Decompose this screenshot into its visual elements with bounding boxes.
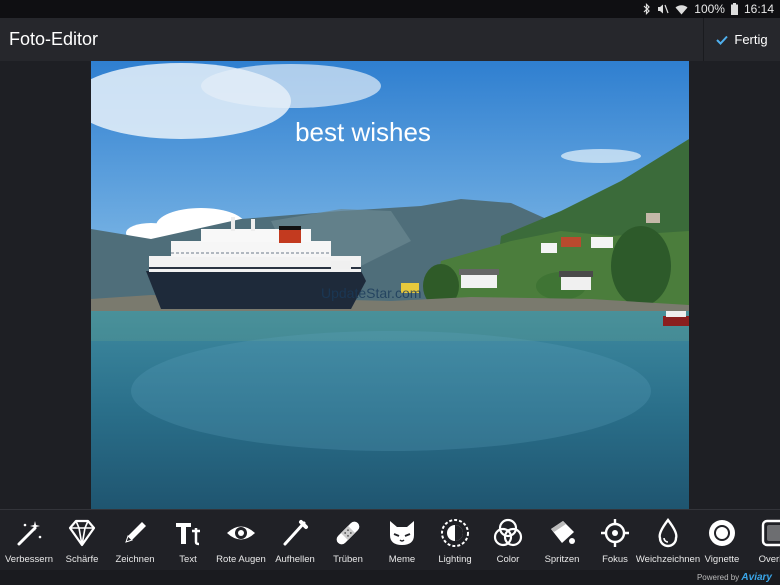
powered-by: Powered by Aviary	[697, 572, 772, 583]
photo-caption[interactable]: best wishes	[91, 117, 635, 148]
text-icon	[176, 523, 200, 546]
footer: Powered by Aviary	[0, 570, 780, 585]
focus-icon	[601, 519, 629, 547]
brand-logo: Aviary	[741, 572, 772, 583]
diamond-icon	[68, 519, 96, 547]
cat-face-icon	[390, 521, 414, 545]
image-canvas: best wishes UpdateStar.com	[0, 61, 780, 509]
drop-icon	[658, 518, 678, 548]
vignette-icon	[709, 520, 735, 546]
clock: 16:14	[743, 2, 774, 16]
overlay-icon	[761, 519, 780, 547]
status-icons: 100% 16:14	[643, 1, 774, 17]
photo[interactable]: best wishes UpdateStar.com	[91, 61, 689, 509]
lighting-icon	[441, 519, 469, 547]
action-bar: Foto-Editor Fertig	[0, 18, 780, 62]
status-bar: 100% 16:14	[0, 0, 780, 18]
battery-icon	[730, 3, 738, 15]
eye-icon	[227, 526, 255, 540]
magic-wand-icon	[17, 521, 42, 546]
checkmark-icon	[716, 35, 729, 45]
tool-label: Overlay	[758, 554, 780, 565]
powered-by-text: Powered by	[696, 573, 740, 582]
pencil-icon	[125, 522, 146, 543]
battery-percent: 100%	[694, 2, 725, 16]
done-label: Fertig	[734, 32, 768, 47]
page-title: Foto-Editor	[9, 29, 99, 49]
wifi-icon	[675, 4, 688, 14]
bluetooth-icon	[643, 3, 651, 15]
mute-icon	[658, 4, 669, 14]
tool-overlay[interactable]: Overlay	[748, 510, 780, 571]
watermark: UpdateStar.com	[321, 285, 422, 301]
splash-icon	[551, 521, 575, 544]
bandage-icon	[336, 521, 360, 545]
brush-icon	[283, 520, 308, 546]
color-circles-icon	[493, 518, 523, 547]
done-button[interactable]: Fertig	[703, 18, 780, 61]
tool-bar: Verbessern Schärfe Zeichnen Text Rote Au…	[0, 509, 780, 571]
